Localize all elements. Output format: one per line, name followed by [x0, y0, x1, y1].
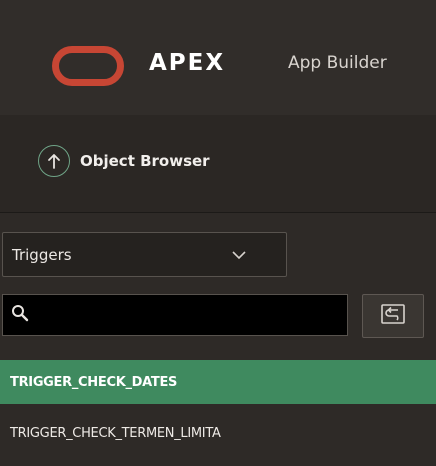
object-type-select[interactable]: Triggers: [2, 232, 287, 277]
refresh-button[interactable]: [362, 294, 424, 338]
object-browser-label: Object Browser: [80, 152, 210, 170]
search-box: [2, 294, 348, 336]
list-item[interactable]: TRIGGER_CHECK_TERMEN_LIMITA: [0, 411, 436, 455]
search-input[interactable]: [29, 295, 347, 335]
oracle-logo-icon[interactable]: [52, 46, 124, 86]
list-item[interactable]: TRIGGER_CHECK_DATES: [0, 360, 436, 404]
refresh-icon: [380, 303, 406, 329]
list-item-label: TRIGGER_CHECK_DATES: [10, 374, 178, 390]
top-header: APEX App Builder: [0, 0, 436, 115]
arrow-up-circle-icon: [38, 145, 70, 177]
apex-window: APEX App Builder Object Browser Triggers: [0, 0, 436, 466]
chevron-down-icon: [232, 245, 246, 264]
search-icon: [11, 304, 29, 326]
list-item-label: TRIGGER_CHECK_TERMEN_LIMITA: [10, 425, 221, 441]
object-type-selected: Triggers: [12, 245, 72, 264]
object-browser-button[interactable]: Object Browser: [38, 144, 210, 178]
nav-app-builder[interactable]: App Builder: [288, 50, 436, 76]
brand-title[interactable]: APEX: [149, 47, 225, 79]
object-list: TRIGGER_CHECK_DATES TRIGGER_CHECK_TERMEN…: [0, 360, 436, 455]
